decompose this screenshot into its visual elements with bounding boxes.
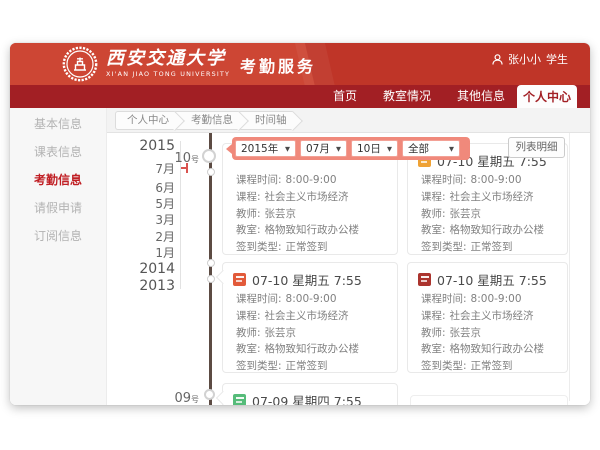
breadcrumb-bar: 个人中心 考勤信息 时间轴 [107,108,590,133]
university-name-block: 西安交通大学 XI'AN JIAO TONG UNIVERSITY [106,48,230,79]
list-detail-button[interactable]: 列表明细 [508,137,565,158]
card-header: 07-10 星期五 7:55 [233,270,387,288]
timeline-node-day09[interactable] [204,389,215,400]
nav-tab-personal-center[interactable]: 个人中心 [517,85,577,108]
timeline-panel: 2015 7月 6月 5月 3月 2月 1月 2014 2013 10号 09号… [107,133,590,405]
attendance-card-partial[interactable] [410,395,568,405]
content-area: 基本信息 课表信息 考勤信息 请假申请 订阅信息 个人中心 考勤信息 时间轴 2… [10,108,590,405]
app-title: 考勤服务 [240,53,316,77]
attendance-card[interactable]: 07-10 星期五 7:55 课程时间:8:00-9:00 课程:社会主义市场经… [222,262,398,373]
breadcrumb-personal-center[interactable]: 个人中心 [115,111,175,130]
attendance-card[interactable]: 07-09 星期四 7:55 [222,383,398,405]
user-name: 张小小 [508,51,541,67]
day-marker-10: 10号 [159,147,199,166]
nav-item-home[interactable]: 首页 [333,85,357,108]
year-select[interactable]: 2015年▼ [235,140,296,157]
chevron-down-icon: ▼ [449,145,454,153]
university-name-cn: 西安交通大学 [106,48,230,70]
app-header: 西安交通大学 XI'AN JIAO TONG UNIVERSITY 考勤服务 张… [10,43,590,85]
month-select[interactable]: 07月▼ [300,140,347,157]
user-role: 学生 [546,51,568,67]
sidebar-item-basic-info[interactable]: 基本信息 [10,110,106,138]
chevron-down-icon: ▼ [387,145,392,153]
top-navbar: 首页 教室情况 其他信息 个人中心 [10,85,590,108]
sidebar-item-subscription-info[interactable]: 订阅信息 [10,222,106,250]
card-header: 07-10 星期五 7:55 [418,270,557,288]
sidebar: 基本信息 课表信息 考勤信息 请假申请 订阅信息 [10,108,107,405]
signin-stamp-icon [418,273,431,286]
timeline-node-small-2 [207,259,215,267]
university-name-en: XI'AN JIAO TONG UNIVERSITY [106,70,230,79]
breadcrumb: 个人中心 考勤信息 时间轴 [115,111,293,130]
user-info[interactable]: 张小小 学生 [492,51,568,67]
university-logo-icon [62,46,98,82]
scale-month-jan[interactable]: 1月 [117,244,175,261]
day-select[interactable]: 10日▼ [351,140,398,157]
scale-month-feb[interactable]: 2月 [117,228,175,245]
timeline-node-small-1 [207,168,215,176]
nav-item-classrooms[interactable]: 教室情况 [383,85,431,108]
signin-stamp-icon [233,273,246,286]
sidebar-item-attendance-info[interactable]: 考勤信息 [10,166,106,194]
scale-year-2013[interactable]: 2013 [117,278,175,294]
user-icon [492,54,503,65]
attendance-card[interactable]: 07-10 星期五 7:55 课程时间:8:00-9:00 课程:社会主义市场经… [407,262,568,373]
sidebar-item-leave-request[interactable]: 请假申请 [10,194,106,222]
timeline-node-day10[interactable] [202,149,216,163]
chevron-down-icon: ▼ [285,145,290,153]
card-header: 07-09 星期四 7:55 [233,391,387,405]
scale-month-jun[interactable]: 6月 [117,179,175,196]
signin-stamp-icon [233,394,246,406]
scale-month-may[interactable]: 5月 [117,195,175,212]
day-marker-09: 09号 [159,387,199,405]
chevron-down-icon: ▼ [336,145,341,153]
nav-item-other-info[interactable]: 其他信息 [457,85,505,108]
sidebar-item-schedule-info[interactable]: 课表信息 [10,138,106,166]
timeline-node-small-3 [207,275,215,283]
scale-month-mar[interactable]: 3月 [117,211,175,228]
scale-year-2014[interactable]: 2014 [117,261,175,277]
right-divider [569,133,570,401]
date-filter-bar: 2015年▼ 07月▼ 10日▼ 全部▼ [232,137,470,160]
app-window: 西安交通大学 XI'AN JIAO TONG UNIVERSITY 考勤服务 张… [10,43,590,405]
type-select[interactable]: 全部▼ [402,140,460,157]
